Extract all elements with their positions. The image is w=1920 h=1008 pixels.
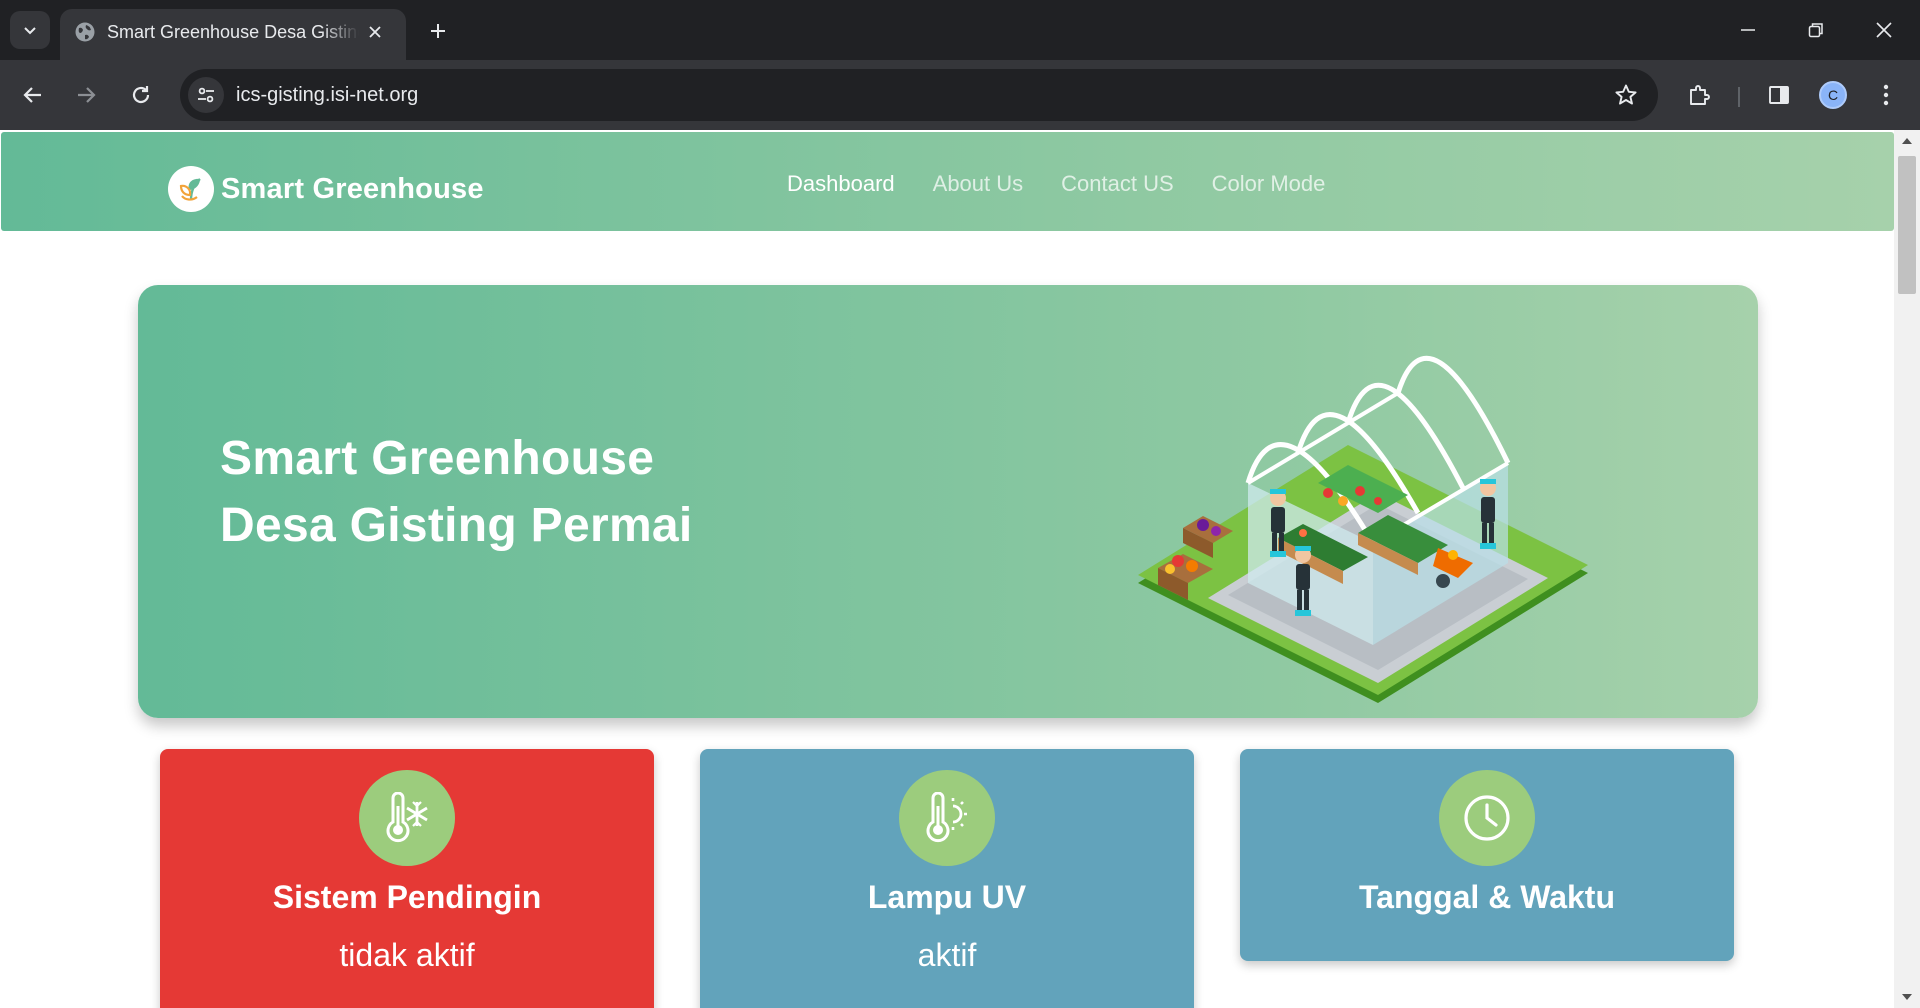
back-button[interactable] (13, 75, 53, 115)
scrollbar-thumb[interactable] (1898, 156, 1916, 294)
scroll-down-arrow-icon[interactable] (1902, 994, 1912, 1000)
browser-tab-active[interactable]: Smart Greenhouse Desa Gisting Permai (60, 9, 406, 60)
minimize-icon (1741, 29, 1755, 31)
uv-lamp-card: Lampu UV aktif (700, 749, 1194, 1008)
more-vert-icon (1883, 84, 1889, 106)
brand-link[interactable]: Smart Greenhouse (168, 166, 484, 212)
reload-button[interactable] (121, 75, 161, 115)
card-status: tidak aktif (339, 937, 475, 973)
tab-title: Smart Greenhouse Desa Gisting Permai (107, 22, 359, 42)
card-status: aktif (917, 937, 977, 973)
chevron-down-icon (24, 27, 36, 35)
arrow-left-icon (23, 87, 41, 103)
thermometer-snowflake-icon (359, 770, 455, 866)
forward-button[interactable] (66, 75, 106, 115)
bookmark-button[interactable] (1612, 81, 1640, 109)
browser-tab-bar: Smart Greenhouse Desa Gisting Permai (0, 0, 1920, 60)
clock-icon (1439, 770, 1535, 866)
thermometer-sun-icon (899, 770, 995, 866)
browser-toolbar: ics-gisting.isi-net.org C (0, 60, 1920, 130)
restore-icon (1808, 23, 1823, 38)
arrow-right-icon (78, 87, 96, 103)
page-viewport: Smart Greenhouse Dashboard About Us Cont… (0, 130, 1920, 1008)
nav-links: Dashboard About Us Contact US Color Mode (787, 170, 1325, 198)
star-icon (1615, 84, 1637, 105)
card-title: Sistem Pendingin (272, 879, 542, 915)
extensions-button[interactable] (1679, 75, 1719, 115)
scroll-up-arrow-icon[interactable] (1902, 138, 1912, 144)
cooling-system-card: Sistem Pendingin tidak aktif (160, 749, 654, 1008)
close-icon (1876, 22, 1892, 38)
nav-link-about-us[interactable]: About Us (933, 170, 1024, 198)
page-scrollbar[interactable] (1894, 130, 1920, 1008)
nav-link-color-mode[interactable]: Color Mode (1212, 170, 1326, 198)
tab-close-button[interactable] (362, 19, 388, 45)
hero-title-line2: Desa Gisting Permai (220, 499, 693, 552)
side-panel-icon (1769, 86, 1789, 104)
address-bar[interactable]: ics-gisting.isi-net.org (180, 69, 1658, 121)
close-icon (369, 26, 381, 38)
puzzle-icon (1690, 85, 1710, 105)
tune-icon (198, 87, 214, 103)
greenhouse-illustration (1138, 355, 1588, 703)
url-text: ics-gisting.isi-net.org (236, 84, 419, 106)
new-tab-button[interactable] (422, 15, 454, 47)
site-navbar: Smart Greenhouse Dashboard About Us Cont… (1, 132, 1894, 231)
nav-link-contact-us[interactable]: Contact US (1061, 170, 1174, 198)
menu-button[interactable] (1866, 75, 1906, 115)
reload-icon (132, 86, 150, 104)
date-time-card: Tanggal & Waktu (1240, 749, 1734, 961)
plus-icon (431, 24, 445, 38)
window-close-button[interactable] (1856, 8, 1912, 52)
restore-button[interactable] (1788, 8, 1844, 52)
profile-avatar[interactable]: C (1819, 81, 1847, 109)
globe-icon (75, 22, 95, 42)
site-info-button[interactable] (188, 77, 224, 113)
side-panel-button[interactable] (1759, 75, 1799, 115)
card-title: Tanggal & Waktu (1359, 879, 1615, 915)
nav-link-dashboard[interactable]: Dashboard (787, 170, 895, 198)
brand-name: Smart Greenhouse (221, 172, 484, 205)
tab-search-button[interactable] (10, 11, 50, 49)
leaf-logo-icon (168, 166, 214, 212)
card-title: Lampu UV (867, 879, 1027, 915)
toolbar-separator (1738, 87, 1740, 107)
hero-title: Smart Greenhouse Desa Gisting Permai (220, 425, 693, 559)
hero-banner: Smart Greenhouse Desa Gisting Permai (138, 285, 1758, 718)
minimize-button[interactable] (1720, 8, 1776, 52)
hero-title-line1: Smart Greenhouse (220, 432, 655, 485)
